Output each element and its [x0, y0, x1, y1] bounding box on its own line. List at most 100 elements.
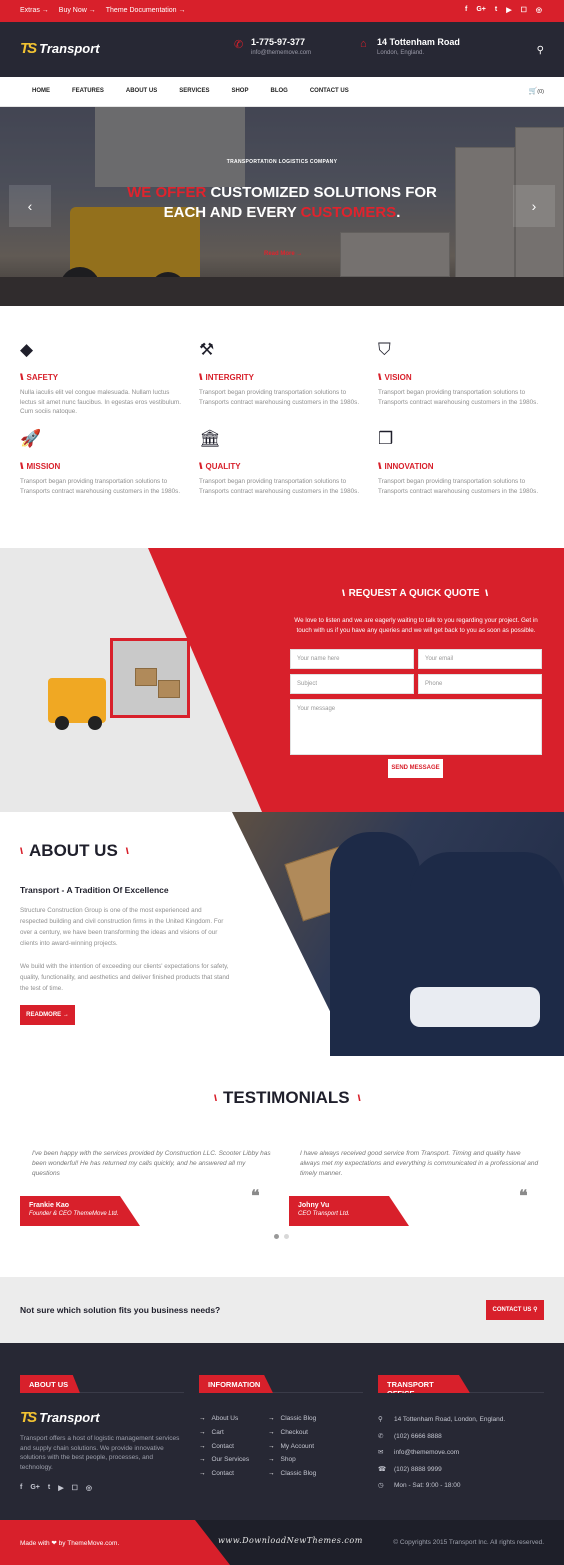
feature-text: Transport began providing transportation…	[199, 389, 360, 406]
footer-link[interactable]: Checkout	[281, 1426, 308, 1440]
feature-text: Nulla iaculis elit vel congue malesuada.…	[20, 389, 182, 415]
footer-link[interactable]: Cart	[212, 1426, 224, 1440]
feature-text: Transport began providing transportation…	[199, 478, 360, 495]
dribbble-icon[interactable]: ◎	[536, 6, 542, 14]
footer-divider	[80, 1392, 184, 1393]
office-email[interactable]: info@thememove.com	[394, 1445, 459, 1462]
theme-documentation-link[interactable]: Theme Documentation →	[106, 7, 186, 14]
phone-icon: ✆	[378, 1432, 384, 1440]
search-icon[interactable]: ⚲	[537, 45, 544, 56]
office-fax: (102) 8888 9999	[394, 1465, 442, 1473]
testimonial-author: Johny Vu CEO Transport Ltd.	[289, 1196, 409, 1226]
nav-home[interactable]: HOME	[32, 88, 50, 94]
fax-icon: ☎	[378, 1465, 387, 1473]
dropbox-icon: ◆	[20, 340, 34, 359]
quote-icon: ❝	[251, 1188, 260, 1205]
footer-office-heading: TRANSPORT OFFICE	[378, 1375, 470, 1393]
nav-services[interactable]: SERVICES	[179, 88, 209, 94]
site-logo[interactable]: TS Transport	[20, 40, 100, 57]
hero-title-end: .	[396, 204, 401, 221]
author-name: Frankie Kao	[29, 1202, 70, 1209]
hero-title: WE OFFER CUSTOMIZED SOLUTIONS FOR EACH A…	[0, 183, 564, 223]
nav-shop[interactable]: SHOP	[231, 88, 248, 94]
vine-icon[interactable]: ☐	[72, 1484, 78, 1492]
carousel-dot[interactable]	[284, 1234, 289, 1239]
footer-link[interactable]: Contact	[212, 1467, 234, 1481]
footer-logo[interactable]: TS Transport	[20, 1409, 100, 1426]
footer-logo-text: Transport	[39, 1410, 100, 1425]
office-hours: Mon - Sat: 9:00 - 18:00	[394, 1482, 461, 1489]
hero-read-more[interactable]: Read More →	[264, 251, 302, 257]
forklift-wheel	[88, 716, 102, 730]
feature-title: INTERGRITY	[205, 372, 254, 382]
testimonial-quote: I've been happy with the services provid…	[32, 1150, 271, 1177]
footer-link[interactable]: Contact	[212, 1440, 234, 1454]
about-paragraph-2: We build with the intention of exceeding…	[20, 963, 230, 992]
phone-number: 1-775-97-377	[251, 37, 306, 47]
hero-slider: TRANSPORTATION LOGISTICS COMPANY WE OFFE…	[0, 107, 564, 306]
footer-link[interactable]: About Us	[212, 1412, 239, 1426]
header-phone: 1-775-97-377 info@thememove.com	[251, 37, 311, 56]
nav-about-us[interactable]: ABOUT US	[126, 88, 157, 94]
feature-integrity: ⚒ \\\ INTERGRITY Transport began providin…	[199, 340, 363, 407]
slider-prev-arrow[interactable]: ‹	[9, 185, 51, 227]
slider-next-arrow[interactable]: ›	[513, 185, 555, 227]
message-field[interactable]: Your message	[290, 699, 542, 755]
about-title: \\ ABOUT US \\	[20, 841, 129, 860]
quote-title: \\ REQUEST A QUICK QUOTE \\	[342, 588, 488, 599]
facebook-icon[interactable]: f	[465, 6, 467, 14]
watermark-text: www.DownloadNewThemes.com	[218, 1536, 363, 1545]
contact-us-button[interactable]: CONTACT US ⚲	[486, 1300, 544, 1320]
buy-now-link[interactable]: Buy Now →	[59, 7, 96, 14]
dribbble-icon[interactable]: ◎	[86, 1484, 92, 1492]
hero-label: TRANSPORTATION LOGISTICS COMPANY	[226, 159, 338, 165]
forklift-wheel	[55, 716, 69, 730]
google-plus-icon[interactable]: G+	[476, 6, 486, 14]
footer-link[interactable]: Classic Blog	[281, 1412, 317, 1426]
quote-title-text: REQUEST A QUICK QUOTE	[348, 588, 480, 599]
header-email[interactable]: info@thememove.com	[251, 50, 311, 56]
feature-text: Transport began providing transportation…	[378, 389, 539, 406]
send-message-button[interactable]: SEND MESSAGE	[388, 759, 443, 778]
cart-button[interactable]: 🛒(0)	[529, 87, 544, 95]
footer-link[interactable]: Classic Blog	[281, 1467, 317, 1481]
carousel-dot-active[interactable]	[274, 1234, 279, 1239]
readmore-button[interactable]: READMORE →	[20, 1005, 75, 1025]
about-section: \\ ABOUT US \\ Transport - A Tradition Of …	[0, 812, 564, 1056]
extras-link[interactable]: Extras →	[20, 7, 49, 14]
google-plus-icon[interactable]: G+	[30, 1484, 40, 1492]
footer-bottom-bar: Made with ❤ by ThemeMove.com. www.Downlo…	[0, 1520, 564, 1565]
testimonials-title-text: TESTIMONIALS	[223, 1088, 350, 1107]
testimonial-quote: I have always received good service from…	[300, 1150, 539, 1177]
footer-info-col-1: → About Us → Cart → Contact → Our Services →…	[199, 1412, 261, 1481]
footer-link[interactable]: My Account	[281, 1440, 315, 1454]
nav-features[interactable]: FEATURES	[72, 88, 104, 94]
made-with-text: Made with ❤ by ThemeMove.com.	[20, 1540, 120, 1547]
logo-mark: TS	[20, 40, 37, 57]
footer-about-text: Transport offers a host of logistic mana…	[20, 1435, 180, 1471]
feature-title: SAFETY	[26, 372, 59, 382]
cta-section: Not sure which solution fits you busines…	[0, 1277, 564, 1343]
author-role: CEO Transport Ltd.	[298, 1211, 350, 1217]
email-field[interactable]: Your email	[418, 649, 542, 669]
nav-blog[interactable]: BLOG	[270, 88, 287, 94]
feature-title: MISSION	[26, 461, 61, 471]
author-role: Founder & CEO ThemeMove Ltd.	[29, 1211, 119, 1217]
phone-field[interactable]: Phone	[418, 674, 542, 694]
footer-link[interactable]: Shop	[281, 1453, 296, 1467]
vine-icon[interactable]: ☐	[521, 6, 527, 14]
phone-icon: ✆	[234, 39, 244, 51]
feature-text: Transport began providing transportation…	[20, 478, 181, 495]
footer-info-heading: INFORMATION	[199, 1375, 273, 1393]
nav-contact-us[interactable]: CONTACT US	[310, 88, 349, 94]
cart-count: (0)	[537, 89, 544, 95]
youtube-icon[interactable]: ▶	[58, 1484, 63, 1492]
footer-link[interactable]: Our Services	[212, 1453, 250, 1467]
facebook-icon[interactable]: f	[20, 1484, 22, 1492]
home-icon: ⌂	[360, 38, 367, 50]
youtube-icon[interactable]: ▶	[506, 6, 511, 14]
twitter-icon[interactable]: t	[48, 1484, 50, 1492]
subject-field[interactable]: Subject	[290, 674, 414, 694]
twitter-icon[interactable]: t	[495, 6, 497, 14]
name-field[interactable]: Your name here	[290, 649, 414, 669]
